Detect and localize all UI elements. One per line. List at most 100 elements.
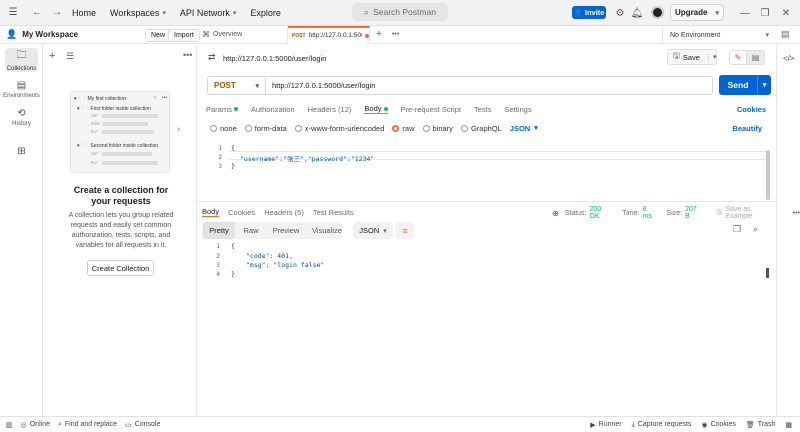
close-icon[interactable]: ✕ (777, 4, 795, 22)
body-option-graphql[interactable]: GraphQL (460, 124, 502, 133)
minimize-icon[interactable]: — (736, 4, 754, 22)
more-icon[interactable]: ••• (793, 210, 800, 217)
illus-method: GET (91, 152, 99, 156)
invite-button[interactable]: 👤 Invite (572, 6, 606, 19)
url-input[interactable]: http://127.0.0.1:5000/user/login (265, 76, 713, 95)
document-icon: ▤ (751, 53, 760, 62)
sidebar-item-history[interactable]: ⟲ History (0, 108, 43, 127)
save-button[interactable]: 🖫 Save ▾ (667, 49, 717, 65)
api-network-menu[interactable]: API Network ▾ (180, 8, 237, 18)
sidebar-item-configure[interactable]: ⊞ (0, 146, 43, 157)
view-pretty[interactable]: Pretty (203, 222, 235, 239)
plus-icon[interactable]: + (376, 29, 382, 40)
view-raw[interactable]: Raw (236, 222, 266, 239)
status-value[interactable]: 200 OK (590, 206, 614, 220)
tab-tests[interactable]: Tests (474, 105, 492, 114)
format-select[interactable]: JSON ▾ (510, 124, 538, 133)
edit-button[interactable]: ✎ (729, 50, 747, 65)
search-icon[interactable]: ⌕ (753, 224, 758, 235)
toggle-sidebar-icon[interactable]: ▥ (6, 421, 13, 429)
chevron-down-icon: ▾ (162, 9, 166, 17)
trash-button[interactable]: 🗑︎ Trash (746, 421, 776, 429)
wrap-lines-button[interactable]: ≡ (396, 222, 414, 239)
layout-icon[interactable]: ▦ (785, 421, 792, 429)
tab-response-body[interactable]: Body (202, 207, 220, 217)
size-value[interactable]: 207 B (685, 206, 703, 220)
chevron-down-icon[interactable]: ▾ (757, 75, 771, 95)
workspace-name[interactable]: My Workspace (22, 30, 78, 39)
tab-response-cookies[interactable]: Cookies (228, 208, 255, 217)
time-value[interactable]: 8 ms (642, 206, 657, 220)
empty-title: Create a collection for your requests (73, 185, 169, 206)
body-option-binary[interactable]: binary (422, 124, 453, 133)
status-bar: ▥ ◎ Online ⌕ Find and replace ▭ Console ▶ Ru… (0, 416, 800, 432)
search-input[interactable]: ⌕ Search Postman (352, 3, 448, 21)
sidebar-item-environments[interactable]: ▤ Environments (0, 80, 43, 99)
runner-button[interactable]: ▶ Runner (590, 421, 621, 429)
collection-illustration: ▾ 🗀 My first collection ☆ ••• ▾ 🗀 First fold… (70, 91, 170, 173)
more-icon[interactable]: ••• (183, 50, 192, 60)
maximize-icon[interactable]: ❐ (756, 4, 774, 22)
response-body-viewer[interactable]: 1 2 3 4 { "code": 401, "msg": "login fal… (200, 240, 772, 300)
beautify-link[interactable]: Beautify (732, 124, 762, 133)
forward-icon[interactable]: → (48, 4, 66, 22)
history-icon: ⟲ (17, 108, 26, 119)
body-option-form-data[interactable]: form-data (244, 124, 287, 133)
create-collection-button[interactable]: Create Collection (87, 260, 154, 276)
search-icon: ⌕ (364, 6, 370, 17)
body-option-urlencoded[interactable]: x-www-form-urlencoded (294, 124, 384, 133)
method-select[interactable]: POST ▾ (207, 76, 265, 95)
more-icon[interactable]: ••• (392, 31, 399, 38)
chevron-down-icon[interactable]: ▾ (707, 53, 716, 61)
filter-icon[interactable]: ☰ (66, 51, 74, 62)
line-number: 2 (218, 153, 222, 161)
sidebar-item-collections[interactable]: 🗀 Collections (0, 48, 43, 72)
body-option-raw[interactable]: raw (392, 124, 415, 133)
bell-icon[interactable]: 🔔︎ (628, 4, 646, 22)
body-option-none[interactable]: none (210, 124, 237, 133)
tab-authorization[interactable]: Authorization (251, 105, 295, 114)
request-title[interactable]: http://127.0.0.1:5000/user/login (223, 54, 326, 63)
tab-overview[interactable]: ⌘ Overview (198, 25, 288, 44)
home-link[interactable]: Home (72, 8, 96, 18)
upgrade-button[interactable]: Upgrade ▾ (670, 4, 724, 21)
tab-body[interactable]: Body (364, 104, 388, 114)
scrollbar[interactable] (766, 268, 769, 278)
tab-active-request[interactable]: POST http://127.0.0.1:5000/u (288, 25, 370, 44)
find-replace-button[interactable]: ⌕ Find and replace (58, 421, 117, 429)
view-visualize[interactable]: Visualize (306, 222, 348, 239)
sidebar-item-label: History (12, 121, 31, 127)
tab-headers[interactable]: Headers (12) (308, 105, 352, 114)
response-format-select[interactable]: JSON ▾ (353, 222, 393, 239)
menu-icon[interactable]: ☰ (4, 4, 22, 22)
tab-test-results[interactable]: Test Results (313, 208, 354, 217)
copy-icon[interactable]: ❐ (733, 224, 741, 235)
illus-bar (102, 114, 158, 118)
tab-settings[interactable]: Settings (504, 105, 531, 114)
workspaces-menu[interactable]: Workspaces ▾ (110, 8, 166, 18)
view-preview[interactable]: Preview (268, 222, 304, 239)
send-button[interactable]: Send ▾ (719, 75, 771, 95)
tab-params[interactable]: Params (206, 105, 238, 114)
gear-icon[interactable]: ⚙ (611, 4, 629, 22)
tab-pre-request-script[interactable]: Pre-request Script (401, 105, 461, 114)
avatar[interactable] (651, 6, 664, 19)
documentation-button[interactable]: ▤ (747, 50, 765, 65)
environment-quick-look-icon[interactable]: ▤ (781, 29, 790, 40)
console-button[interactable]: ▭ Console (125, 421, 160, 429)
environment-select[interactable]: No Environment ▾ (662, 26, 773, 44)
request-body-editor[interactable]: 1 2 3 { "username":"张三","password":"1234… (200, 140, 772, 200)
scrollbar[interactable] (766, 150, 770, 200)
plus-icon[interactable]: + (49, 50, 55, 62)
back-icon[interactable]: ← (28, 4, 46, 22)
response-toolbar: Pretty Raw Preview Visualize JSON ▾ ≡ ❐ … (202, 222, 772, 239)
tab-response-headers[interactable]: Headers (5) (264, 208, 304, 217)
cookies-button[interactable]: ◉ Cookies (701, 421, 735, 429)
cookies-link[interactable]: Cookies (737, 105, 766, 114)
import-button[interactable]: Import (168, 29, 200, 42)
capture-requests-button[interactable]: ⤓ Capture requests (632, 421, 692, 429)
save-icon: 🖫 (716, 208, 723, 216)
explore-link[interactable]: Explore (250, 8, 281, 18)
online-status[interactable]: ◎ Online (21, 421, 50, 429)
save-as-example-button[interactable]: Save as Example (725, 206, 779, 220)
